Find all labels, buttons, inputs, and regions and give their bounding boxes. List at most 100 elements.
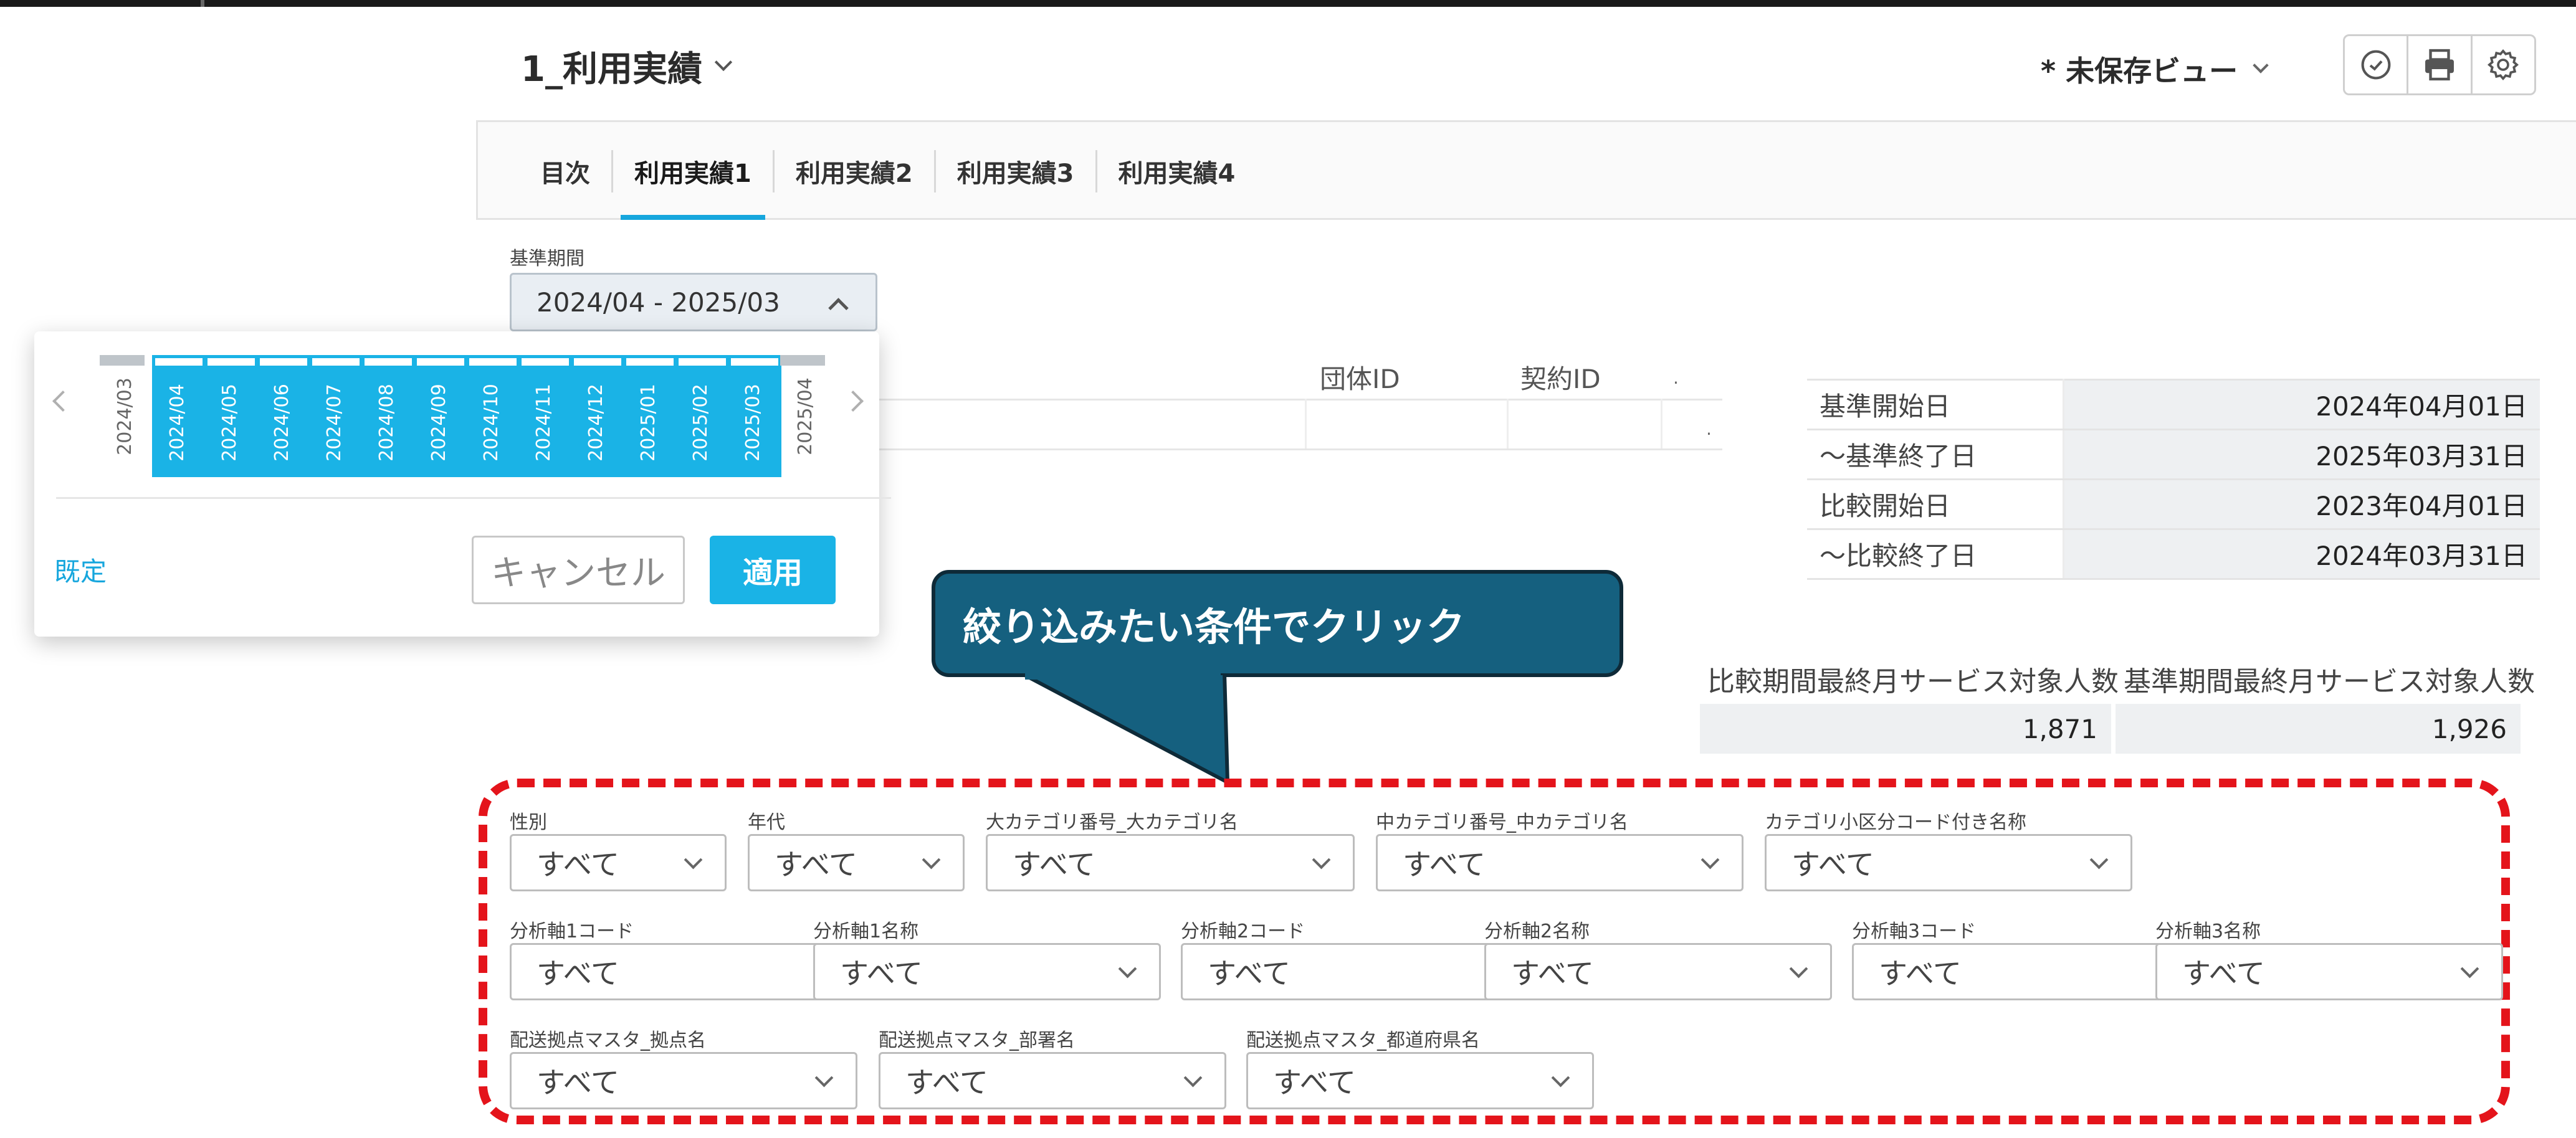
group-id-header: 団体ID xyxy=(1320,364,1400,394)
month-label: 2024/11 xyxy=(532,383,555,462)
month-cap xyxy=(100,355,145,366)
contract-id-header: 契約ID xyxy=(1520,364,1601,394)
filter-select[interactable]: すべて xyxy=(813,943,1161,1000)
filter-label: 配送拠点マスタ_部署名 xyxy=(879,1030,1075,1051)
month-label: 2024/07 xyxy=(323,383,345,462)
chevron-down-icon xyxy=(1551,1068,1570,1088)
filter-value: すべて xyxy=(537,848,619,881)
period-select[interactable]: 2024/04 - 2025/03 xyxy=(510,273,877,331)
date-value: 2023年04月01日 xyxy=(2063,478,2540,530)
tab-4[interactable]: 利用実績3 xyxy=(936,149,1097,192)
date-row: ～基準終了日 2025年03月31日 xyxy=(1807,429,2540,480)
id-col-divider xyxy=(1507,399,1509,450)
month-cell[interactable]: 2024/09 xyxy=(414,355,467,477)
filter-label: 分析軸3名称 xyxy=(2155,921,2261,942)
tab-1[interactable]: 目次 xyxy=(540,149,613,192)
tab-bar: 目次 利用実績1 利用実績2 利用実績3 利用実績4 xyxy=(476,120,2576,220)
month-cap xyxy=(675,355,729,369)
view-title: 1_利用実績 xyxy=(521,49,702,90)
date-label: ～比較終了日 xyxy=(1807,528,2064,580)
month-label: 2025/02 xyxy=(689,383,712,462)
chevron-down-icon xyxy=(1701,850,1720,870)
month-cap xyxy=(518,355,572,369)
month-cap xyxy=(257,355,310,369)
filter-label: 大カテゴリ番号_大カテゴリ名 xyxy=(986,812,1238,833)
month-cell[interactable]: 2024/06 xyxy=(257,355,310,477)
top-bar xyxy=(0,0,2576,7)
month-cell[interactable]: 2024/03 xyxy=(100,355,150,477)
cancel-button[interactable]: キャンセル xyxy=(472,536,685,604)
tabs: 目次 利用実績1 利用実績2 利用実績3 利用実績4 xyxy=(540,122,1256,220)
next-arrow-icon[interactable] xyxy=(842,391,864,412)
filter-label: 中カテゴリ番号_中カテゴリ名 xyxy=(1376,812,1628,833)
filter-value: すべて xyxy=(1273,1066,1356,1099)
tab-3[interactable]: 利用実績2 xyxy=(775,149,936,192)
filter-label: 配送拠点マスタ_拠点名 xyxy=(510,1030,706,1051)
filter-label: 配送拠点マスタ_都道府県名 xyxy=(1246,1030,1480,1051)
settings-button[interactable] xyxy=(2473,36,2534,93)
id-dot: . xyxy=(1706,419,1712,439)
default-link[interactable]: 既定 xyxy=(54,551,107,589)
date-row: 基準開始日 2024年04月01日 xyxy=(1807,379,2540,430)
filter-select[interactable]: すべて xyxy=(1484,943,1832,1000)
month-cell[interactable]: 2025/02 xyxy=(675,355,729,477)
month-cell[interactable]: 2025/01 xyxy=(623,355,677,477)
month-cell[interactable]: 2024/11 xyxy=(518,355,572,477)
month-cell[interactable]: 2024/12 xyxy=(571,355,624,477)
filter-select[interactable]: すべて xyxy=(879,1052,1226,1109)
filter-select[interactable]: すべて xyxy=(1376,834,1744,891)
filter-value: すべて xyxy=(537,1066,619,1099)
filter-select[interactable]: すべて xyxy=(510,834,727,891)
filter-label: カテゴリ小区分コード付き名称 xyxy=(1765,812,2026,833)
month-cap xyxy=(204,355,258,369)
filter-select[interactable]: すべて xyxy=(1852,943,2200,1000)
month-cap xyxy=(152,355,206,369)
period-picker-popup: 2024/03 2024/04 2024/05 2024/06 2024/07 2024/… xyxy=(34,331,891,637)
month-cell[interactable]: 2024/07 xyxy=(309,355,363,477)
callout-text: 絞り込みたい条件でクリック xyxy=(963,604,1466,650)
base-count-value: 1,926 xyxy=(2116,704,2521,754)
month-label: 2024/09 xyxy=(427,383,450,462)
history-button[interactable] xyxy=(2345,36,2409,93)
filter-value: すべて xyxy=(1511,957,1594,990)
filter-value: すべて xyxy=(1879,957,1962,990)
month-cell[interactable]: 2024/04 xyxy=(152,355,206,477)
filter-select[interactable]: すべて xyxy=(986,834,1355,891)
chevron-down-icon xyxy=(2089,850,2109,870)
date-row: 比較開始日 2023年04月01日 xyxy=(1807,478,2540,530)
month-cap xyxy=(780,355,825,366)
date-value: 2024年03月31日 xyxy=(2063,528,2540,580)
period-label: 基準期間 xyxy=(510,248,584,270)
month-cell[interactable]: 2024/10 xyxy=(466,355,520,477)
month-cap xyxy=(309,355,363,369)
filter-select[interactable]: すべて xyxy=(1246,1052,1594,1109)
tab-5[interactable]: 利用実績4 xyxy=(1097,150,1257,192)
print-button[interactable] xyxy=(2408,36,2473,93)
view-title-dropdown[interactable]: 1_利用実績 xyxy=(521,41,733,92)
filter-select[interactable]: すべて xyxy=(2155,943,2503,1000)
filter-label: 性別 xyxy=(510,812,547,833)
date-label: 比較開始日 xyxy=(1807,478,2064,530)
chevron-down-icon xyxy=(1312,850,1331,870)
compare-count-value: 1,871 xyxy=(1700,704,2111,754)
id-table-divider xyxy=(874,448,1722,450)
month-cell[interactable]: 2024/05 xyxy=(204,355,258,477)
month-cell[interactable]: 2025/03 xyxy=(728,355,781,477)
tab-2[interactable]: 利用実績1 xyxy=(613,149,775,220)
prev-arrow-icon[interactable] xyxy=(52,391,74,412)
apply-button[interactable]: 適用 xyxy=(710,536,836,604)
filter-value: すべて xyxy=(775,848,857,881)
gear-icon xyxy=(2488,49,2519,81)
filter-select[interactable]: すべて xyxy=(510,1052,857,1109)
date-table: 基準開始日 2024年04月01日 ～基準終了日 2025年03月31日 比較開始日 20… xyxy=(1807,379,2540,580)
filter-select[interactable]: すべて xyxy=(1765,834,2132,891)
saved-view-label: * 未保存ビュー xyxy=(2041,54,2238,88)
filter-select[interactable]: すべて xyxy=(748,834,965,891)
filter-select[interactable]: すべて xyxy=(510,943,859,1000)
month-cell[interactable]: 2024/08 xyxy=(361,355,415,477)
saved-view-dropdown[interactable]: * 未保存ビュー xyxy=(2041,49,2269,90)
filter-value: すべて xyxy=(2182,957,2265,990)
month-cell[interactable]: 2025/04 xyxy=(780,355,830,477)
filter-select[interactable]: すべて xyxy=(1181,943,1529,1000)
filter-value: すべて xyxy=(905,1066,988,1099)
